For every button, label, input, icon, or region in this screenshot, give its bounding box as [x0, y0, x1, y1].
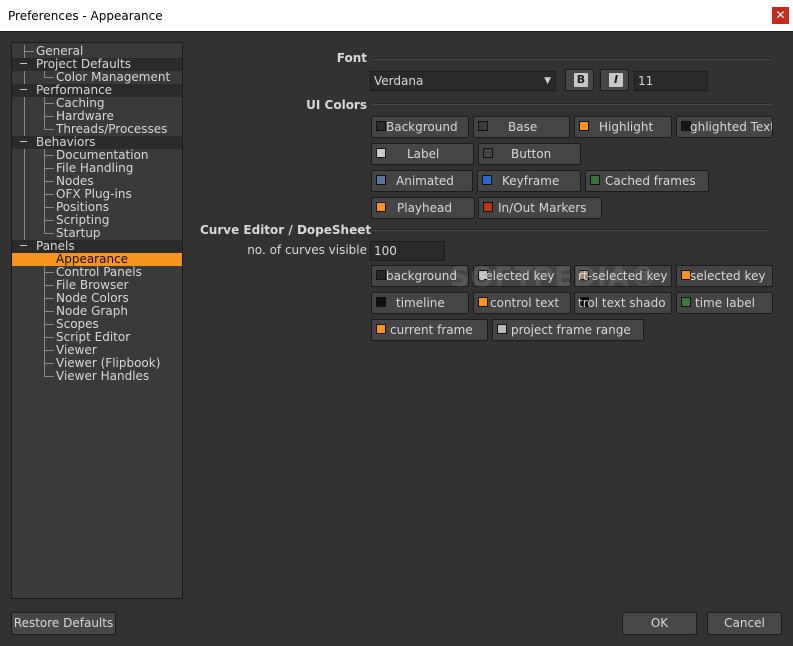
color-button-trol-text-shado[interactable]: trol text shado — [574, 292, 672, 314]
curve-editor-section-divider — [373, 229, 771, 231]
title-bar: Preferences - Appearance ✕ — [0, 0, 793, 32]
color-button-label: Playhead — [397, 201, 452, 215]
tree-item-script-editor[interactable]: Script Editor — [12, 331, 182, 344]
tree-item-label: Viewer Handles — [56, 369, 150, 383]
restore-defaults-button[interactable]: Restore Defaults — [11, 612, 116, 635]
watermark: SOFTPEDIA® — [450, 262, 658, 293]
window-title: Preferences - Appearance — [8, 9, 163, 23]
font-family-dropdown[interactable]: Verdana ▼ — [370, 71, 556, 91]
color-swatch — [483, 202, 493, 212]
color-swatch — [376, 297, 386, 307]
color-button-label: project frame range — [511, 323, 631, 337]
color-button-selected-key[interactable]: selected key — [676, 265, 773, 287]
color-swatch — [376, 324, 386, 334]
color-button-animated[interactable]: Animated — [371, 170, 473, 192]
close-icon[interactable]: ✕ — [772, 7, 789, 24]
color-swatch — [483, 148, 493, 158]
color-swatch — [497, 324, 507, 334]
collapse-icon[interactable]: − — [19, 58, 28, 70]
color-button-timeline[interactable]: timeline — [371, 292, 469, 314]
color-button-control-text[interactable]: control text — [473, 292, 571, 314]
color-button-label: In/Out Markers — [498, 201, 587, 215]
collapse-icon[interactable]: − — [19, 84, 28, 96]
color-swatch — [376, 121, 386, 131]
font-size-input[interactable]: 11 — [634, 71, 708, 91]
color-swatch — [482, 175, 492, 185]
color-swatch — [590, 175, 600, 185]
color-button-label: Cached frames — [605, 174, 696, 188]
tree-item-file-handling[interactable]: File Handling — [12, 162, 182, 175]
color-swatch — [376, 175, 386, 185]
color-button-project-frame-range[interactable]: project frame range — [492, 319, 644, 341]
curves-visible-label: no. of curves visible — [247, 243, 367, 257]
italic-icon: I — [609, 73, 623, 87]
color-button-label: Keyframe — [502, 174, 560, 188]
color-button-time-label[interactable]: time label — [676, 292, 773, 314]
color-button-keyframe[interactable]: Keyframe — [477, 170, 581, 192]
color-button-background[interactable]: Background — [371, 116, 469, 138]
font-section-divider — [373, 58, 771, 60]
color-button-label: timeline — [396, 296, 445, 310]
color-swatch — [376, 270, 386, 280]
color-button-label: trol text shado — [578, 296, 666, 310]
color-button-label: control text — [490, 296, 560, 310]
color-button-ghlighted-text[interactable]: ghlighted Text — [676, 116, 773, 138]
color-button-label: time label — [695, 296, 755, 310]
collapse-icon[interactable]: − — [19, 240, 28, 252]
bold-button[interactable]: B — [565, 69, 594, 91]
color-button-label: current frame — [390, 323, 473, 337]
title-bar-divider — [0, 31, 793, 32]
color-button-label[interactable]: Label — [371, 143, 474, 165]
collapse-icon[interactable]: − — [19, 136, 28, 148]
ok-button[interactable]: OK — [622, 612, 697, 635]
color-button-label: Background — [386, 120, 458, 134]
color-button-label: selected key — [690, 269, 766, 283]
color-button-label: Animated — [396, 174, 454, 188]
color-button-label: background — [386, 269, 457, 283]
ui-colors-section-divider — [373, 103, 771, 105]
tree-item-viewer-handles[interactable]: Viewer Handles — [12, 370, 182, 383]
color-button-in-out-markers[interactable]: In/Out Markers — [478, 197, 602, 219]
color-button-playhead[interactable]: Playhead — [371, 197, 475, 219]
curves-visible-input[interactable]: 100 — [370, 241, 445, 261]
color-button-button[interactable]: Button — [478, 143, 581, 165]
font-section-label: Font — [336, 51, 367, 65]
color-swatch — [478, 297, 488, 307]
color-button-cached-frames[interactable]: Cached frames — [585, 170, 709, 192]
color-swatch — [579, 121, 589, 131]
color-swatch — [478, 121, 488, 131]
color-button-label: Highlight — [599, 120, 654, 134]
color-button-base[interactable]: Base — [473, 116, 570, 138]
chevron-down-icon: ▼ — [544, 76, 551, 86]
color-button-label: ghlighted Text — [690, 120, 773, 134]
bold-icon: B — [574, 73, 588, 87]
color-button-label: Label — [407, 147, 440, 161]
color-swatch — [376, 202, 386, 212]
ui-colors-section-label: UI Colors — [306, 98, 367, 112]
color-swatch — [681, 297, 691, 307]
color-swatch — [376, 148, 386, 158]
font-family-value: Verdana — [374, 74, 424, 88]
curve-editor-section-label: Curve Editor / DopeSheet — [200, 223, 372, 237]
preferences-tree[interactable]: General − Project Defaults Color Management… — [11, 42, 183, 599]
color-button-highlight[interactable]: Highlight — [574, 116, 672, 138]
color-button-label: Button — [511, 147, 552, 161]
color-button-label: Base — [508, 120, 538, 134]
italic-button[interactable]: I — [600, 69, 629, 91]
cancel-button[interactable]: Cancel — [707, 612, 782, 635]
color-button-current-frame[interactable]: current frame — [371, 319, 488, 341]
